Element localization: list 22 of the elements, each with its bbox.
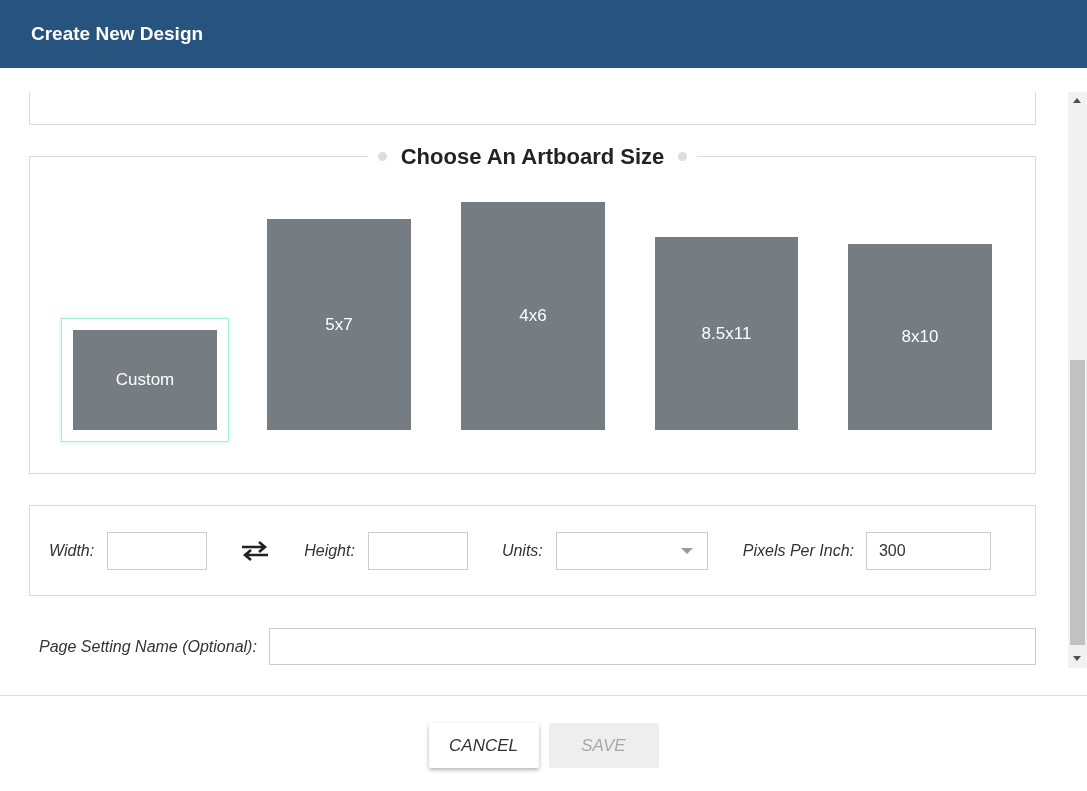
scrollbar-drawing[interactable] [1068, 92, 1087, 668]
width-label: Width: [49, 540, 95, 561]
caret-icon [680, 547, 693, 554]
artboard-label: 5x7 [325, 313, 353, 336]
ppi-field[interactable]: 300 [865, 531, 991, 570]
section-title: Choose An Artboard Size [400, 142, 665, 171]
swap-icon[interactable] [240, 539, 271, 562]
width-field[interactable] [107, 531, 208, 570]
page-setting-field[interactable] [268, 628, 1036, 665]
cancel-button[interactable]: CANCEL [428, 723, 539, 768]
height-label: Height: [304, 540, 355, 561]
units-dropdown[interactable] [555, 531, 708, 570]
page-setting-label: Page Setting Name (Optional): [39, 636, 257, 657]
artboard-label: 8.5x11 [701, 322, 752, 345]
artboard-label: Custom [115, 369, 175, 392]
artboard-label: 4x6 [519, 305, 547, 328]
ppi-label: Pixels Per Inch: [742, 540, 854, 561]
dialog-title: Create New Design [31, 21, 204, 46]
units-label: Units: [501, 540, 543, 561]
height-field[interactable] [367, 531, 468, 570]
artboard-option[interactable]: Custom [61, 318, 229, 442]
artboard-label: 8x10 [901, 326, 939, 349]
